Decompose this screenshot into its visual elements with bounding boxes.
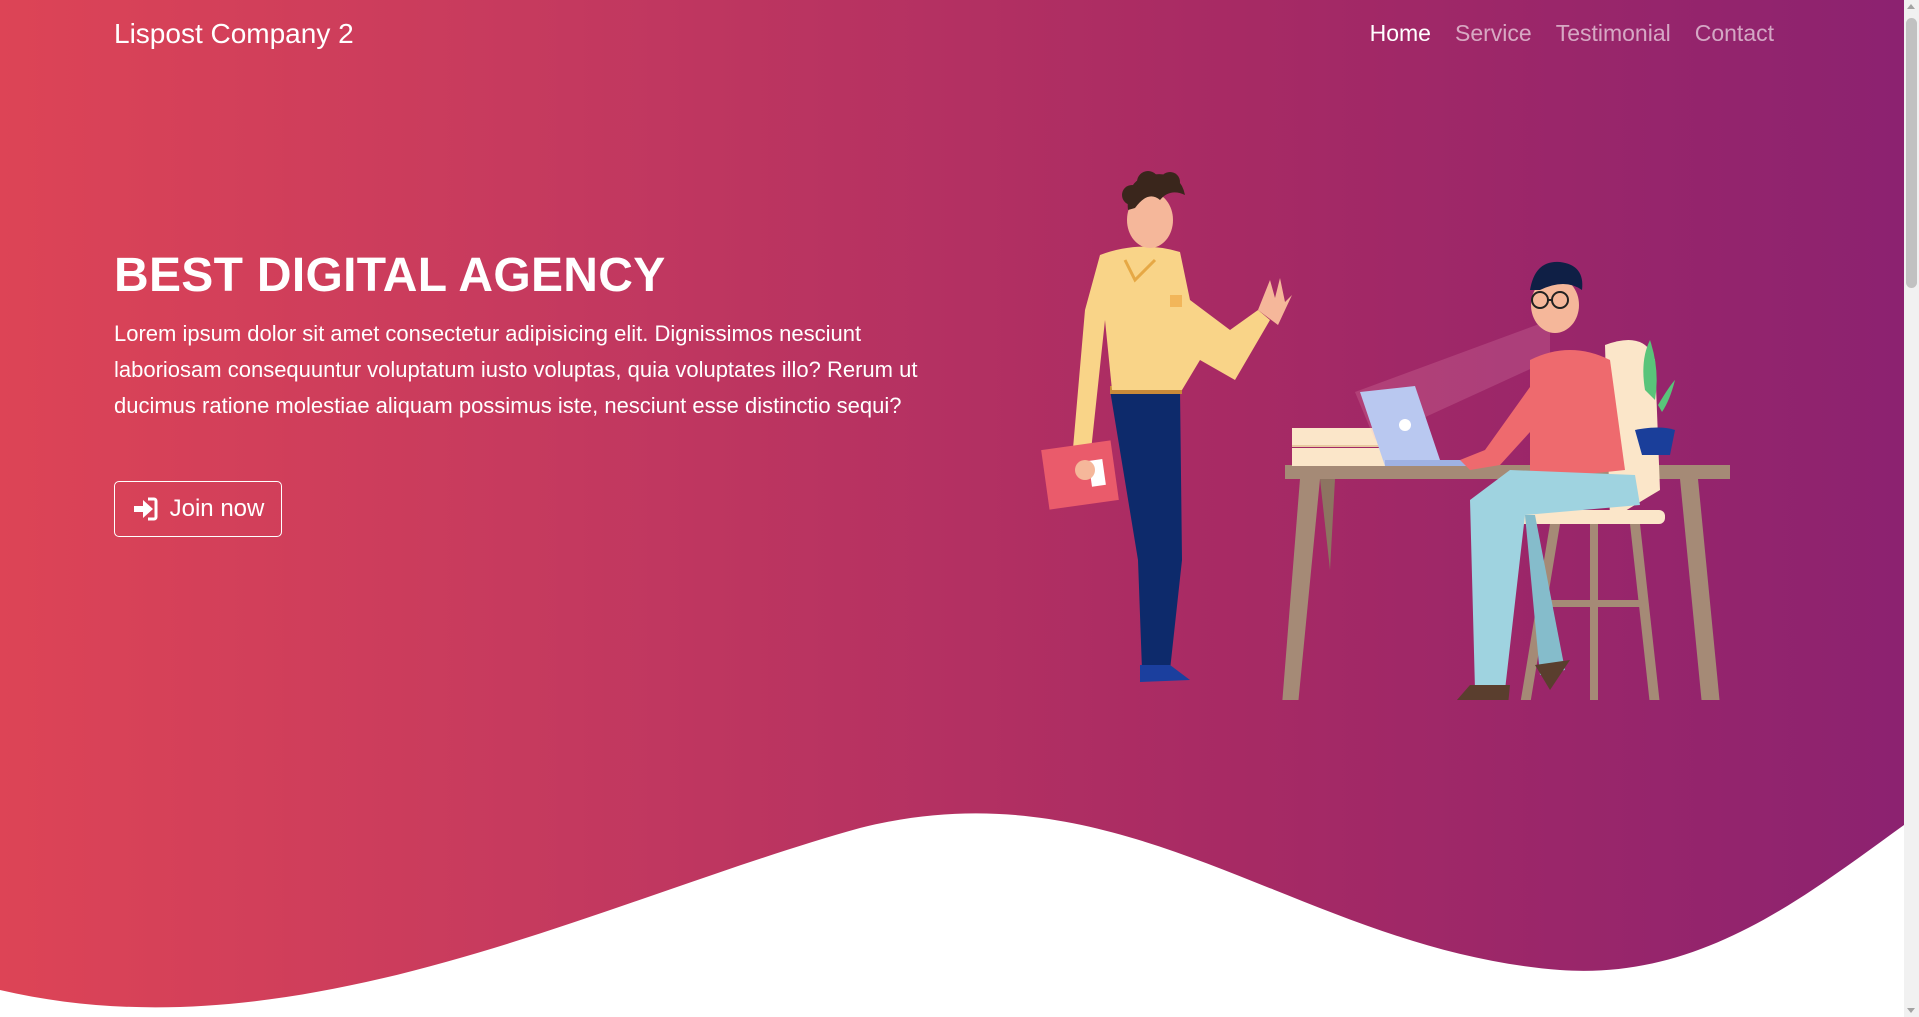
nav-link-home[interactable]: Home	[1370, 20, 1431, 47]
scroll-up-arrow-icon[interactable]	[1907, 4, 1915, 9]
nav-link-service[interactable]: Service	[1455, 20, 1532, 47]
hero-description: Lorem ipsum dolor sit amet consectetur a…	[114, 321, 918, 418]
sign-in-icon	[133, 497, 158, 521]
scrollbar-thumb[interactable]	[1906, 18, 1917, 288]
nav-link-contact[interactable]: Contact	[1695, 20, 1774, 47]
sitting-man-figure	[1456, 261, 1640, 700]
nav-link-testimonial[interactable]: Testimonial	[1556, 20, 1671, 47]
join-now-label: Join now	[169, 495, 265, 522]
brand-logo[interactable]: Lispost Company 2	[114, 18, 354, 50]
join-now-button[interactable]: Join now	[114, 481, 282, 537]
scroll-down-arrow-icon[interactable]	[1907, 1008, 1915, 1013]
main-nav: Home Service Testimonial Contact	[1370, 20, 1774, 47]
hero-section: Lispost Company 2 Home Service Testimoni…	[0, 0, 1904, 1017]
page-scrollbar[interactable]	[1904, 0, 1919, 1017]
standing-man-figure	[1041, 171, 1292, 682]
hero-title: BEST DIGITAL AGENCY	[114, 249, 666, 302]
office-workers-illustration	[1041, 171, 1730, 700]
